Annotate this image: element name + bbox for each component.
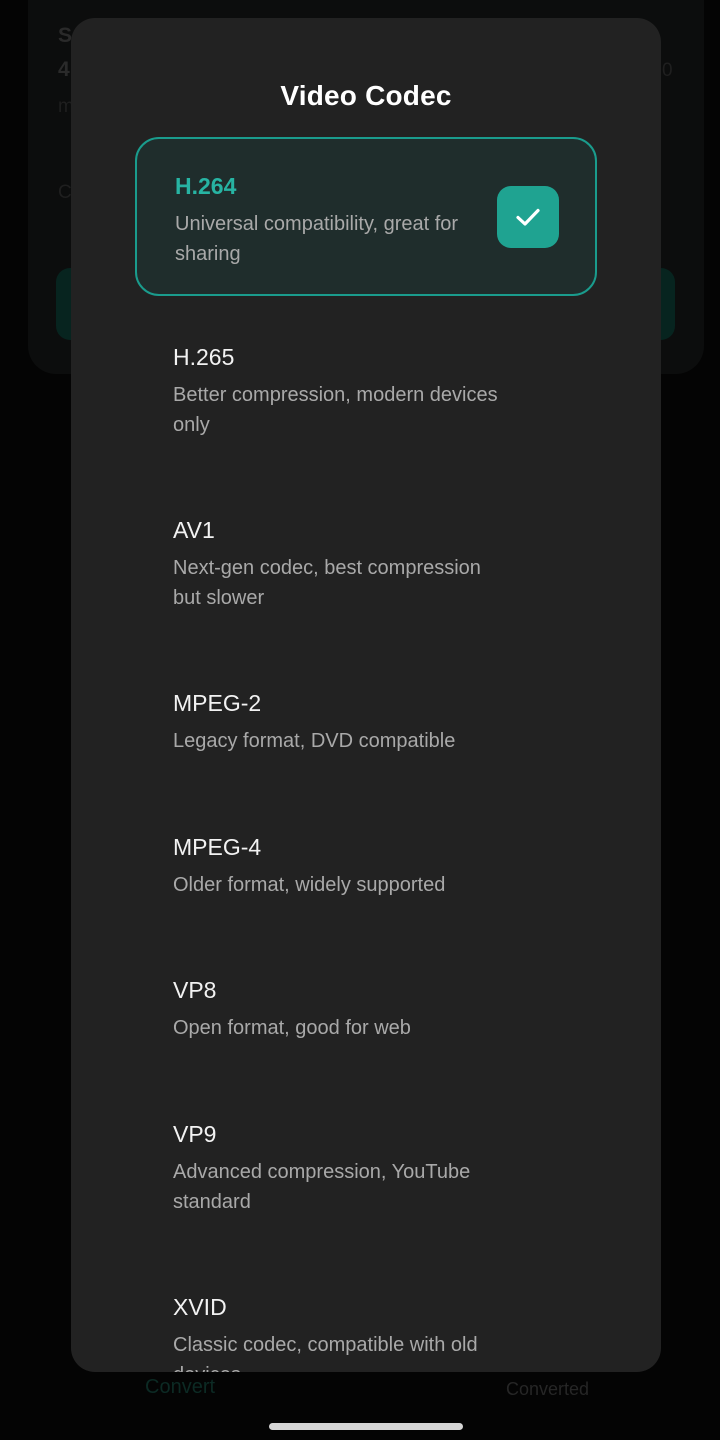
background-card-line: S [58, 24, 73, 47]
codec-option-mpeg2[interactable]: MPEG-2 Legacy format, DVD compatible [135, 662, 597, 782]
codec-option-h265[interactable]: H.265 Better compression, modern devices… [135, 316, 597, 466]
codec-option-xvid[interactable]: XVID Classic codec, compatible with old … [135, 1266, 597, 1372]
codec-option-name: AV1 [173, 517, 215, 543]
codec-option-name: VP8 [173, 977, 217, 1003]
codec-option-name: H.264 [175, 173, 237, 199]
codec-option-name: VP9 [173, 1121, 217, 1147]
nav-converted-label: Converted [506, 1379, 590, 1399]
video-codec-dialog: Video Codec H.264 Universal compatibilit… [71, 18, 661, 1372]
codec-option-description: Legacy format, DVD compatible [173, 730, 456, 752]
codec-option-name: H.265 [173, 344, 235, 370]
background-card-value: 0 [662, 60, 673, 81]
codec-option-av1[interactable]: AV1 Next-gen codec, best compression but… [135, 489, 597, 639]
home-indicator[interactable] [269, 1423, 463, 1430]
background-card-line: 4 [58, 58, 70, 81]
background-card-line: C [58, 182, 72, 203]
codec-option-description: Universal compatibility, great for shari… [175, 213, 459, 265]
codec-option-description: Advanced compression, YouTube standard [173, 1161, 471, 1213]
codec-option-vp9[interactable]: VP9 Advanced compression, YouTube standa… [135, 1093, 597, 1243]
codec-option-name: XVID [173, 1294, 227, 1320]
selected-check-badge [497, 186, 559, 248]
codec-option-name: MPEG-2 [173, 690, 262, 716]
codec-option-description: Better compression, modern devices only [173, 384, 498, 436]
codec-option-mpeg4[interactable]: MPEG-4 Older format, widely supported [135, 806, 597, 926]
codec-option-name: MPEG-4 [173, 834, 262, 860]
codec-option-vp8[interactable]: VP8 Open format, good for web [135, 949, 597, 1069]
codec-option-description: Next-gen codec, best compression but slo… [173, 557, 481, 609]
codec-option-description: Open format, good for web [173, 1017, 411, 1039]
dialog-title: Video Codec [280, 80, 452, 111]
codec-option-description: Older format, widely supported [173, 874, 446, 896]
codec-option-description: Classic codec, compatible with old devic… [173, 1334, 478, 1372]
check-icon [516, 208, 540, 226]
nav-convert-label: Convert [145, 1376, 216, 1398]
codec-option-h264[interactable]: H.264 Universal compatibility, great for… [135, 137, 597, 296]
